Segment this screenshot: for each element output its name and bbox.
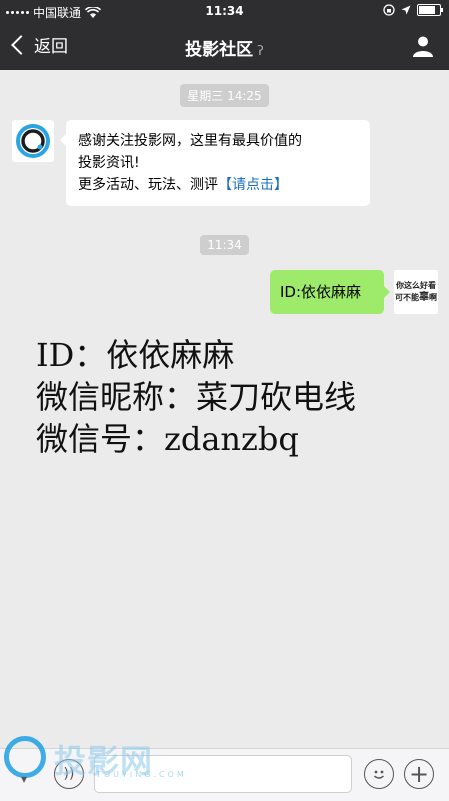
click-here-link[interactable]: 【请点击】 xyxy=(218,177,288,193)
location-icon xyxy=(401,5,411,15)
overlay-nickname-line: 微信昵称：菜刀砍电线 xyxy=(36,378,357,416)
message-line: 感谢关注投影网，这里有最具价值的 xyxy=(78,133,302,149)
message-line: 更多活动、玩法、测评【请点击】 xyxy=(78,174,358,196)
timestamp: 11:34 xyxy=(0,234,449,255)
chat-title-text: 投影社区 xyxy=(185,40,254,60)
incoming-message-bubble[interactable]: 感谢关注投影网，这里有最具价值的 投影资讯! 更多活动、玩法、测评【请点击】 xyxy=(60,120,370,206)
voice-button[interactable]: )) xyxy=(54,759,84,789)
voice-icon: )) xyxy=(63,766,75,782)
status-time: 11:34 xyxy=(205,4,244,18)
menu-toggle-button[interactable]: ▾ xyxy=(14,772,34,794)
official-account-avatar[interactable] xyxy=(12,120,54,162)
status-bar: 中国联通 11:34 xyxy=(0,0,449,22)
battery-icon xyxy=(417,4,443,16)
touying-logo-icon xyxy=(16,124,50,158)
more-button[interactable]: + xyxy=(404,759,434,789)
overlay-id-line: ID：依依麻麻 xyxy=(36,336,235,374)
outgoing-message-bubble[interactable]: ID:依依麻麻 xyxy=(270,270,390,314)
overlay-wechat-id-line: 微信号：zdanzbq xyxy=(36,420,299,458)
timestamp-label: 星期三 14:25 xyxy=(180,84,269,107)
avatar-caption: 可不能辜啊 xyxy=(395,292,437,303)
orientation-lock-icon xyxy=(383,4,395,16)
emoji-button[interactable] xyxy=(364,759,394,789)
nav-bar: 返回 投影社区 ʔ xyxy=(0,22,449,70)
overlay-text: ID：依依麻麻 微信昵称：菜刀砍电线 微信号：zdanzbq xyxy=(36,334,356,460)
timestamp-label: 11:34 xyxy=(200,235,249,255)
message-line: 投影资讯! xyxy=(78,155,140,171)
profile-icon[interactable] xyxy=(411,34,435,58)
timestamp: 星期三 14:25 xyxy=(0,84,449,107)
message-text: ID:依依麻麻 xyxy=(280,283,362,301)
watermark-subtext: TOUYING.COM xyxy=(96,770,187,779)
chevron-down-icon: ▾ xyxy=(20,772,28,786)
ear-icon: ʔ xyxy=(257,44,264,59)
message-text: 更多活动、玩法、测评 xyxy=(78,177,218,193)
input-bar: )) + xyxy=(0,748,449,801)
plus-icon: + xyxy=(408,760,430,788)
user-avatar[interactable]: 你这么好看 可不能辜啊 xyxy=(394,270,438,314)
chat-title: 投影社区 ʔ xyxy=(0,35,449,60)
avatar-caption: 你这么好看 xyxy=(396,281,436,290)
smiley-icon xyxy=(374,770,384,779)
status-right xyxy=(383,4,443,16)
